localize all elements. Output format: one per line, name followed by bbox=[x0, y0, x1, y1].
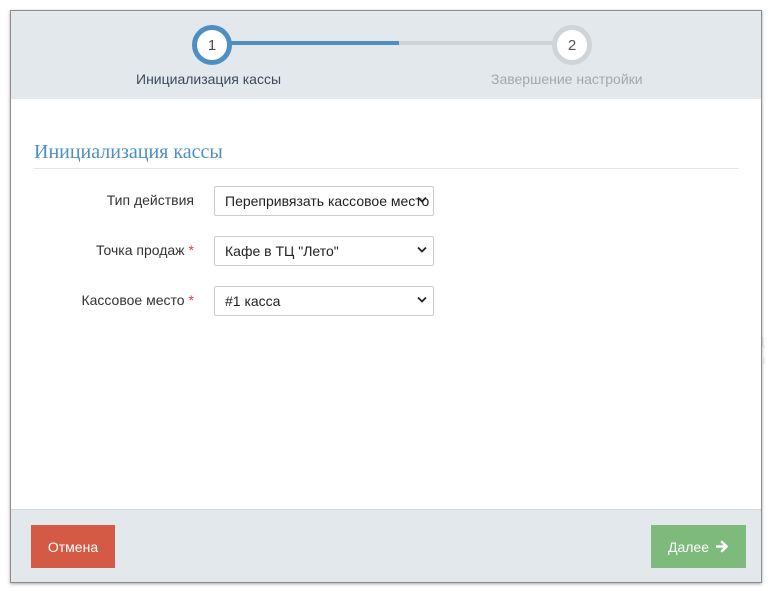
action-type-label: Тип действия bbox=[107, 192, 194, 208]
required-mark: * bbox=[188, 292, 194, 308]
section-title: Инициализация кассы bbox=[34, 141, 223, 163]
step-1-label: Инициализация кассы bbox=[136, 71, 282, 87]
cash-register-label-text: Кассовое место bbox=[81, 292, 185, 308]
action-type-value: Перепривязать кассовое место bbox=[225, 193, 430, 209]
form-row-action-type: Тип действия Перепривязать кассовое мест… bbox=[11, 186, 761, 216]
progress-track-remaining bbox=[399, 41, 573, 45]
next-button[interactable]: Далее bbox=[651, 525, 746, 568]
sales-point-label: Точка продаж * bbox=[96, 242, 194, 258]
chevron-down-icon bbox=[417, 196, 427, 203]
cancel-button[interactable]: Отмена bbox=[31, 525, 115, 568]
form-row-cash-register: Кассовое место * #1 касса bbox=[11, 286, 761, 316]
step-2-indicator: 2 bbox=[552, 25, 592, 65]
cancel-button-label: Отмена bbox=[47, 538, 99, 555]
dialog-footer: Отмена Далее bbox=[11, 509, 761, 582]
chevron-down-icon bbox=[417, 246, 427, 253]
step-2-label: Завершение настройки bbox=[491, 71, 643, 87]
cash-register-value: #1 касса bbox=[225, 293, 281, 309]
required-mark: * bbox=[188, 242, 194, 258]
wizard-progress: 1 2 Инициализация кассы Завершение настр… bbox=[11, 11, 761, 99]
next-button-label: Далее bbox=[667, 538, 709, 555]
sales-point-value: Кафе в ТЦ "Лето" bbox=[225, 243, 339, 259]
form-row-sales-point: Точка продаж * Кафе в ТЦ "Лето" bbox=[11, 236, 761, 266]
action-type-label-text: Тип действия bbox=[106, 192, 194, 208]
setup-wizard-dialog: 1 2 Инициализация кассы Завершение настр… bbox=[10, 10, 762, 583]
progress-track-complete bbox=[211, 41, 399, 45]
chevron-down-icon bbox=[417, 296, 427, 303]
arrow-right-icon bbox=[716, 540, 728, 553]
section-divider bbox=[34, 168, 739, 169]
sales-point-select[interactable]: Кафе в ТЦ "Лето" bbox=[214, 236, 434, 266]
cash-register-label: Кассовое место * bbox=[81, 292, 194, 308]
step-1-indicator: 1 bbox=[192, 25, 232, 65]
step-1-number: 1 bbox=[207, 36, 217, 54]
step-2-number: 2 bbox=[567, 36, 577, 54]
sales-point-label-text: Точка продаж bbox=[96, 242, 185, 258]
cash-register-select[interactable]: #1 касса bbox=[214, 286, 434, 316]
action-type-select[interactable]: Перепривязать кассовое место bbox=[214, 186, 434, 216]
